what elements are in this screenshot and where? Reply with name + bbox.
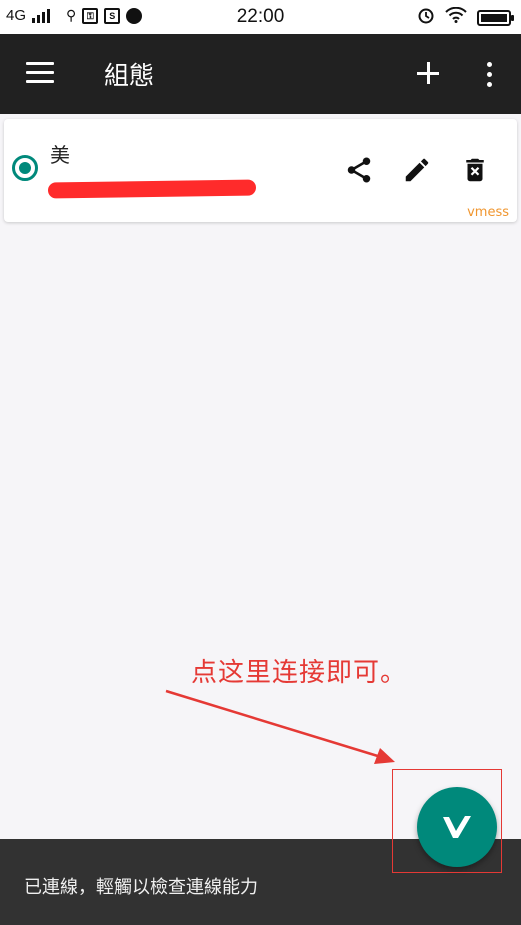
- status-bar: 4G ⚲ ⚿ S 22:00: [0, 0, 521, 34]
- v-logo-icon: [443, 816, 471, 838]
- server-name: 美: [50, 143, 70, 167]
- edit-icon[interactable]: [402, 155, 432, 185]
- delete-icon[interactable]: [460, 155, 490, 185]
- server-select-radio[interactable]: [12, 155, 38, 181]
- server-card[interactable]: 美 vmess: [4, 119, 517, 222]
- more-options-icon[interactable]: [485, 62, 493, 88]
- menu-icon[interactable]: [26, 62, 54, 84]
- app-bar: 組態: [0, 34, 521, 114]
- connection-status-text: 已連線，輕觸以檢查連線能力: [24, 877, 258, 898]
- page-title: 組態: [104, 61, 155, 90]
- status-right: [417, 6, 514, 29]
- wifi-icon: [445, 6, 467, 28]
- annotation-text: 点这里连接即可。: [191, 658, 408, 688]
- alarm-icon: [417, 6, 435, 29]
- redacted-address: [47, 179, 257, 199]
- protocol-type-label: vmess: [467, 205, 509, 220]
- share-icon[interactable]: [344, 155, 374, 185]
- connect-button[interactable]: [417, 787, 497, 867]
- battery-icon: [477, 9, 514, 26]
- add-icon[interactable]: [415, 60, 441, 86]
